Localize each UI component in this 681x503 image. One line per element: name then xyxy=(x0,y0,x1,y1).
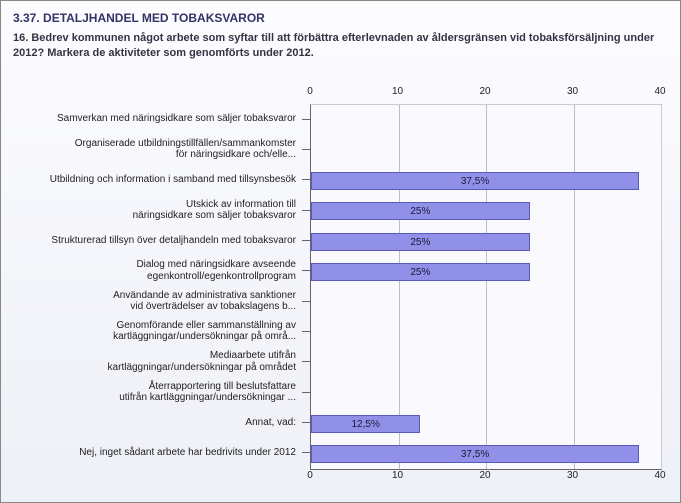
category-row: Dialog med näringsidkare avseendeegenkon… xyxy=(12,256,302,286)
bar: 37,5% xyxy=(311,172,639,190)
tick-connector xyxy=(302,422,310,423)
bar: 25% xyxy=(311,233,530,251)
category-row: Nej, inget sådant arbete har bedrivits u… xyxy=(12,438,302,468)
bar: 37,5% xyxy=(311,445,639,463)
axis-tick-label: 10 xyxy=(392,470,403,481)
chart: 0 10 20 30 40 Samverkan med näringsidkare so… xyxy=(12,82,669,490)
tick-connector xyxy=(302,270,310,271)
axis-tick-label: 30 xyxy=(567,470,578,481)
tick-connector xyxy=(302,240,310,241)
category-label: Dialog med näringsidkare avseendeegenkon… xyxy=(136,259,302,282)
tick-connector xyxy=(302,179,310,180)
category-row: Återrapportering till beslutsfattareutif… xyxy=(12,377,302,407)
bar-value-label: 25% xyxy=(312,234,529,252)
axis-tick-label: 0 xyxy=(307,470,313,481)
category-row: Organiserade utbildningstillfällen/samma… xyxy=(12,134,302,164)
axis-bottom: 010203040 xyxy=(310,470,660,488)
report-panel: 3.37. DETALJHANDEL MED TOBAKSVAROR 16. B… xyxy=(0,0,681,503)
category-row: Utbildning och information i samband med… xyxy=(12,165,302,195)
bar: 25% xyxy=(311,202,530,220)
bar-value-label: 12,5% xyxy=(312,416,419,434)
category-label: Strukturerad tillsyn över detaljhandeln … xyxy=(51,235,302,247)
section-title: 3.37. DETALJHANDEL MED TOBAKSVAROR xyxy=(13,11,668,25)
category-label: Nej, inget sådant arbete har bedrivits u… xyxy=(79,447,302,459)
category-row: Annat, vad: xyxy=(12,407,302,437)
axis-tick-label: 30 xyxy=(567,86,578,97)
tick-connector xyxy=(302,331,310,332)
category-row: Strukturerad tillsyn över detaljhandeln … xyxy=(12,225,302,255)
bar-value-label: 25% xyxy=(312,264,529,282)
category-label: Återrapportering till beslutsfattareutif… xyxy=(119,381,302,404)
tick-connector xyxy=(302,149,310,150)
category-row: Genomförande eller sammanställning avkar… xyxy=(12,316,302,346)
category-label: Organiserade utbildningstillfällen/samma… xyxy=(75,138,302,161)
plot-area: 37,5% 25% 25% 25% 12,5% 37,5% xyxy=(310,104,662,470)
axis-tick-label: 20 xyxy=(479,86,490,97)
question-text: 16. Bedrev kommunen något arbete som syf… xyxy=(13,31,668,61)
category-labels: Samverkan med näringsidkare som säljer t… xyxy=(12,104,302,468)
report-header: 3.37. DETALJHANDEL MED TOBAKSVAROR 16. B… xyxy=(1,1,680,69)
bar: 12,5% xyxy=(311,415,420,433)
category-label: Mediaarbete utifrånkartläggningar/unders… xyxy=(108,350,302,373)
axis-tick-label: 40 xyxy=(654,86,665,97)
axis-tick-label: 10 xyxy=(392,86,403,97)
category-label: Annat, vad: xyxy=(245,417,302,429)
tick-connector xyxy=(302,361,310,362)
bar-value-label: 37,5% xyxy=(312,446,638,464)
category-row: Mediaarbete utifrånkartläggningar/unders… xyxy=(12,347,302,377)
category-label: Användande av administrativa sanktionerv… xyxy=(113,290,302,313)
category-row: Samverkan med näringsidkare som säljer t… xyxy=(12,104,302,134)
category-label: Samverkan med näringsidkare som säljer t… xyxy=(57,113,302,125)
category-label: Utskick av information tillnäringsidkare… xyxy=(133,199,302,222)
category-row: Användande av administrativa sanktionerv… xyxy=(12,286,302,316)
bar-value-label: 37,5% xyxy=(312,173,638,191)
grid-line xyxy=(486,105,487,469)
category-label: Genomförande eller sammanställning avkar… xyxy=(113,320,302,343)
category-label: Utbildning och information i samband med… xyxy=(50,174,302,186)
category-row: Utskick av information tillnäringsidkare… xyxy=(12,195,302,225)
axis-top: 010203040 xyxy=(310,86,660,104)
tick-connector xyxy=(302,452,310,453)
axis-tick-label: 20 xyxy=(479,470,490,481)
tick-connector xyxy=(302,392,310,393)
axis-tick-label: 0 xyxy=(307,86,313,97)
tick-connector xyxy=(302,210,310,211)
bar: 25% xyxy=(311,263,530,281)
bar-value-label: 25% xyxy=(312,203,529,221)
grid-line xyxy=(574,105,575,469)
tick-connector xyxy=(302,301,310,302)
axis-tick-label: 40 xyxy=(654,470,665,481)
tick-connector xyxy=(302,119,310,120)
